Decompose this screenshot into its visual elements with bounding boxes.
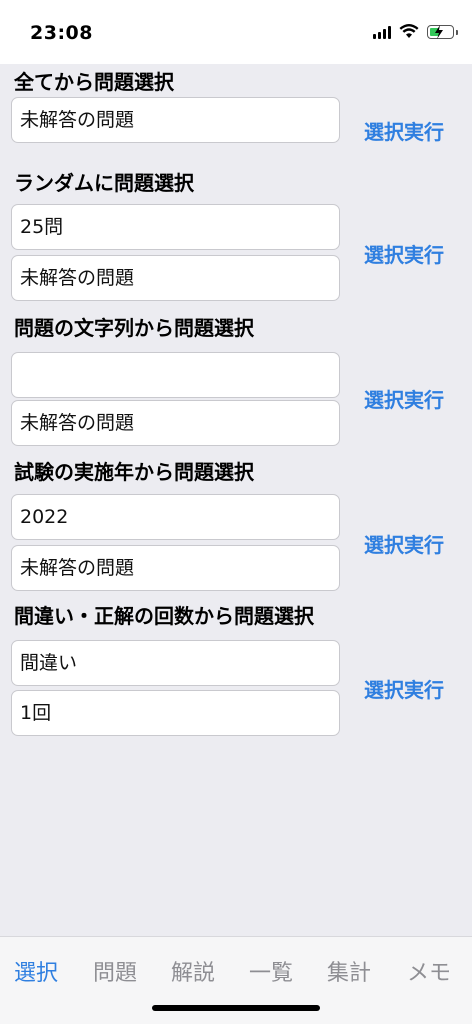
answer-status-select[interactable]: 未解答の問題 [11,255,340,301]
status-bar: 23:08 [0,0,472,64]
section-title-mistakes: 間違い・正解の回数から問題選択 [14,604,314,628]
section-title-exam-year: 試験の実施年から問題選択 [14,460,254,484]
execute-button-mistakes[interactable]: 選択実行 [364,674,444,703]
answer-status-select[interactable]: 未解答の問題 [11,400,340,446]
execute-button-random[interactable]: 選択実行 [364,239,444,268]
execute-button-all[interactable]: 選択実行 [364,116,444,145]
wifi-icon [399,24,419,38]
question-count-select[interactable]: 25問 [11,204,340,250]
section-title-random: ランダムに問題選択 [14,171,194,195]
home-indicator[interactable] [152,1005,320,1011]
execute-button-text-search[interactable]: 選択実行 [364,384,444,413]
count-select[interactable]: 1回 [11,690,340,736]
tab-explanation[interactable]: 解説 [171,955,215,987]
tab-select[interactable]: 選択 [14,955,58,987]
section-title-all: 全てから問題選択 [14,70,174,94]
answer-status-select[interactable]: 未解答の問題 [11,545,340,591]
status-icons [373,24,458,39]
section-title-text-search: 問題の文字列から問題選択 [14,316,254,340]
result-type-select[interactable]: 間違い [11,640,340,686]
cellular-signal-icon [373,25,391,39]
answer-status-select[interactable]: 未解答の問題 [11,97,340,143]
battery-charging-icon [427,24,458,39]
execute-button-exam-year[interactable]: 選択実行 [364,529,444,558]
status-time: 23:08 [30,22,93,44]
tab-questions[interactable]: 問題 [93,955,137,987]
exam-year-select[interactable]: 2022 [11,494,340,540]
tab-stats[interactable]: 集計 [327,955,371,987]
tab-memo[interactable]: メモ [407,955,451,987]
tab-list[interactable]: 一覧 [249,955,293,987]
search-text-input[interactable] [11,352,340,398]
